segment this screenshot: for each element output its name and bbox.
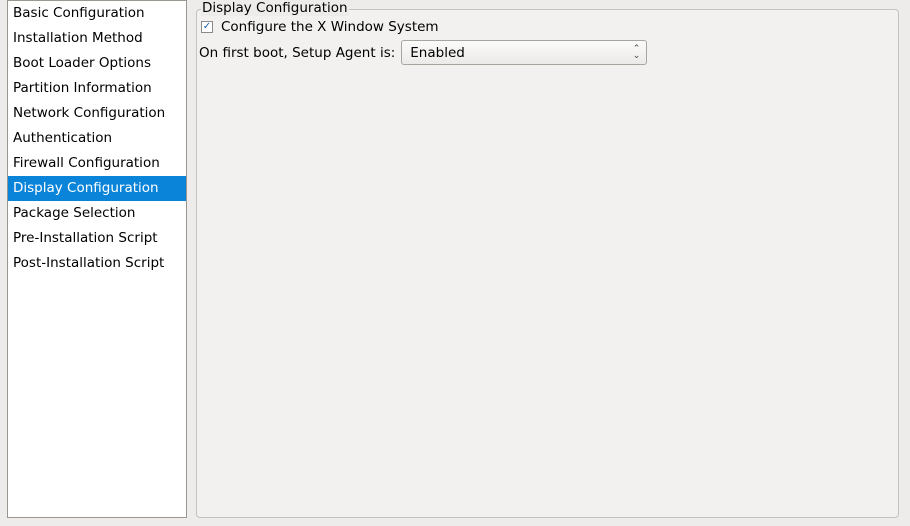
sidebar-item-partition-information[interactable]: Partition Information: [8, 76, 186, 101]
setup-agent-value: Enabled: [410, 44, 465, 61]
configure-x-label: Configure the X Window System: [221, 19, 439, 35]
setup-agent-select[interactable]: Enabled ⌃ ⌄: [401, 40, 648, 65]
sidebar-item-authentication[interactable]: Authentication: [8, 126, 186, 151]
sidebar-item-package-selection[interactable]: Package Selection: [8, 201, 186, 226]
frame-title: Display Configuration: [201, 0, 349, 16]
sidebar-item-firewall-configuration[interactable]: Firewall Configuration: [8, 151, 186, 176]
sidebar-item-network-configuration[interactable]: Network Configuration: [8, 101, 186, 126]
setup-agent-label: On first boot, Setup Agent is:: [199, 44, 396, 61]
sidebar-item-display-configuration[interactable]: Display Configuration: [8, 176, 186, 201]
configure-x-checkbox[interactable]: ✓ Configure the X Window System: [201, 19, 439, 35]
display-configuration-frame: [196, 9, 899, 518]
updown-chevron-icon: ⌃ ⌄: [632, 43, 641, 61]
sidebar-item-pre-installation-script[interactable]: Pre-Installation Script: [8, 226, 186, 251]
sidebar-item-boot-loader-options[interactable]: Boot Loader Options: [8, 51, 186, 76]
sidebar-item-post-installation-script[interactable]: Post-Installation Script: [8, 251, 186, 276]
section-list[interactable]: Basic Configuration Installation Method Bo…: [7, 0, 187, 518]
sidebar-item-basic-configuration[interactable]: Basic Configuration: [8, 1, 186, 26]
sidebar-item-installation-method[interactable]: Installation Method: [8, 26, 186, 51]
checkbox-check-icon[interactable]: ✓: [201, 21, 213, 33]
